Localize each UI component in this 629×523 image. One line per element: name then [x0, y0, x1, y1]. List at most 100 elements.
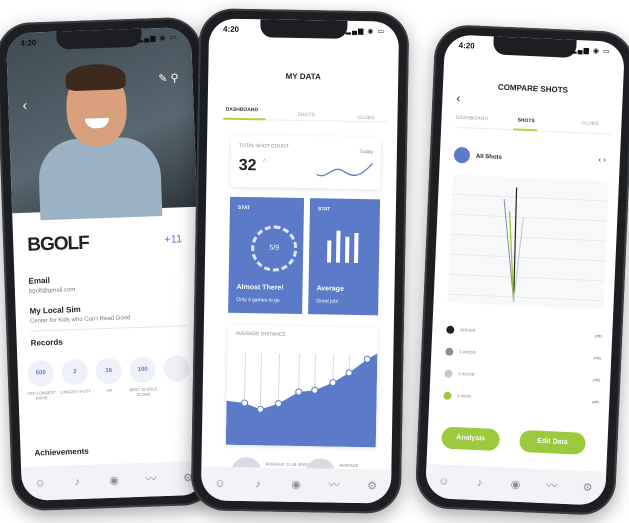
legend-row: 5 WOOD yrds — [444, 367, 600, 388]
chart-icon[interactable]: 〰 — [545, 480, 558, 493]
stat-sub: Great job! — [316, 298, 339, 305]
back-icon[interactable]: ‹ — [456, 91, 461, 105]
back-icon[interactable]: ‹ — [22, 97, 27, 113]
record-value: 100 — [129, 356, 157, 384]
filter-label[interactable]: All Shots — [476, 154, 502, 161]
stat-head: STAT — [237, 204, 251, 212]
gear-icon[interactable]: ⚙ — [581, 482, 594, 495]
divider — [30, 325, 188, 332]
distance-area-chart — [225, 353, 378, 448]
record-value-extra — [163, 355, 191, 383]
phone-compare: 4:20 ▂▄▆ ◉ ▭ ‹ COMPARE SHOTS DASHBOARD S… — [414, 23, 629, 517]
stat-head: STAT — [317, 206, 331, 213]
shot-count-card: TOTAL SHOT COUNT Today 32 ^ — [230, 134, 382, 190]
record-value: 16 — [95, 357, 123, 385]
profile-icon[interactable]: ☺ — [214, 478, 226, 490]
bell-icon[interactable]: ♪ — [252, 478, 264, 490]
shot-traces — [503, 187, 524, 302]
record-value: 3 — [61, 358, 89, 386]
legend-unit: yrds — [591, 399, 600, 405]
legend-dot — [446, 325, 455, 334]
tabs: DASHBOARD SHOTS CLUBS — [221, 98, 388, 123]
signal-icon: ▂▄▆ ◉ ▭ — [137, 34, 178, 43]
sim-value: Center for Kids who Can't Read Good — [29, 315, 131, 325]
analysis-button[interactable]: Analysis — [441, 426, 501, 452]
bell-icon[interactable]: ♪ — [71, 476, 83, 488]
legend-dot — [444, 369, 453, 378]
tab-shots[interactable]: SHOTS — [517, 118, 534, 125]
records-label: Records — [30, 337, 63, 348]
notch — [492, 36, 577, 59]
tab-clubs[interactable]: CLUBS — [581, 120, 598, 127]
average-distance-card: AVERAGE DISTANCE — [225, 324, 378, 448]
bar — [353, 232, 359, 264]
chart-icon[interactable]: 〰 — [145, 473, 157, 485]
record-value: 500 — [27, 359, 55, 387]
edit-data-button[interactable]: Edit Data — [519, 429, 586, 455]
legend-row: 3 IRON yrds — [443, 389, 599, 410]
email-value: bgolf@gmail.com — [28, 287, 76, 295]
ball-icon[interactable]: ◉ — [290, 479, 302, 491]
legend-name: 5 WOOD — [458, 371, 475, 377]
hair — [65, 63, 126, 92]
tab-shots[interactable]: SHOTS — [297, 112, 314, 118]
stat-title: Almost There! — [236, 283, 284, 292]
avg-distance-label: AVERAGE DISTANCE — [235, 330, 286, 338]
stat-sub: Only 4 games to go — [236, 296, 280, 304]
shot-count-label: TOTAL SHOT COUNT — [238, 142, 289, 150]
status-time: 4:20 — [222, 24, 240, 34]
bell-icon[interactable]: ♪ — [473, 477, 486, 490]
chart-icon[interactable]: 〰 — [328, 480, 340, 492]
progress-ring: 5/9 — [250, 225, 298, 272]
status-time: 4:20 — [20, 38, 37, 48]
record-label: LONGEST PUTT — [60, 388, 91, 395]
tab-bar: ☺ ♪ ◉ 〰 ⚙ — [21, 460, 208, 502]
status-time: 4:20 — [458, 40, 475, 51]
signal-icon: ▂▄▆ ◉ ▭ — [571, 46, 611, 56]
legend-dot — [445, 347, 454, 356]
edit-search-icons[interactable]: ✎ ⚲ — [158, 71, 179, 85]
gear-icon[interactable]: ⚙ — [366, 480, 378, 492]
profile-body: BGOLF +11 Email bgolf@gmail.com My Local… — [12, 207, 206, 485]
profile-screen: 4:20 ▂▄▆ ◉ ▭ ‹ ✎ ⚲ BGOLF +11 Email bgolf… — [5, 26, 208, 502]
active-tab-indicator — [513, 128, 538, 132]
profile-icon[interactable]: ☺ — [437, 475, 450, 488]
bar — [335, 230, 341, 263]
legend-name: 3 WOOD — [459, 349, 476, 355]
ball-icon[interactable]: ◉ — [509, 479, 522, 492]
tab-clubs[interactable]: CLUBS — [357, 115, 374, 121]
record-label: BEST 18 HOLE SCORE — [129, 386, 158, 398]
bar — [326, 240, 332, 263]
chevron-nav-icon[interactable]: ‹ › — [598, 155, 606, 164]
mydata-screen: 4:20 ▂▄▆ ◉ ▭ MY DATA DASHBOARD SHOTS CLU… — [200, 18, 400, 504]
tab-dashboard[interactable]: DASHBOARD — [455, 115, 488, 122]
profile-photo: ‹ ✎ ⚲ — [5, 26, 198, 221]
legend-row: 3 WOOD yrds — [445, 345, 601, 366]
notch — [55, 28, 142, 50]
achievements-label: Achievements — [34, 446, 89, 458]
signal-icon: ▂▄▆ ◉ ▭ — [345, 27, 386, 36]
sim-label: My Local Sim — [29, 304, 81, 316]
email-label: Email — [28, 275, 51, 286]
profile-icon[interactable]: ☺ — [34, 477, 46, 489]
ball-icon[interactable]: ◉ — [108, 475, 120, 487]
trend-sparkline — [316, 162, 373, 177]
stat-card-progress: STAT 5/9 Almost There! Only 4 games to g… — [228, 196, 305, 315]
tab-bar: ☺ ♪ ◉ 〰 ⚙ — [424, 463, 607, 506]
period-label: Today — [359, 149, 373, 156]
legend-name: DRIVER — [460, 327, 476, 333]
legend-name: 3 IRON — [457, 393, 471, 399]
avatar — [453, 146, 471, 164]
tab-dashboard[interactable]: DASHBOARD — [226, 107, 259, 114]
notch — [260, 19, 348, 39]
legend-unit: yrds — [594, 333, 603, 339]
legend-dot — [443, 391, 452, 400]
phone-mydata: 4:20 ▂▄▆ ◉ ▭ MY DATA DASHBOARD SHOTS CLU… — [190, 8, 410, 514]
compare-screen: 4:20 ▂▄▆ ◉ ▭ ‹ COMPARE SHOTS DASHBOARD S… — [424, 34, 626, 506]
stat-card-average: STAT Average Great job! — [308, 198, 381, 316]
phone-profile: 4:20 ▂▄▆ ◉ ▭ ‹ ✎ ⚲ BGOLF +11 Email bgolf… — [0, 16, 218, 512]
record-label: YRD LONGEST DRIVE — [27, 389, 56, 401]
records-list: 500 YRD LONGEST DRIVE 3 LONGEST PUTT 16 … — [27, 355, 204, 421]
active-tab-indicator — [223, 117, 266, 121]
page-title: COMPARE SHOTS — [497, 82, 569, 95]
